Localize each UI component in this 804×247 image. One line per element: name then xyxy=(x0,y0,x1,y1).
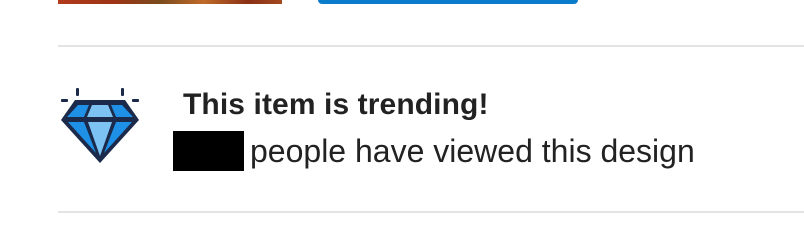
views-line: people have viewed this design xyxy=(173,131,695,171)
divider-bottom xyxy=(58,211,804,213)
action-button[interactable] xyxy=(318,0,578,4)
product-image-strip[interactable] xyxy=(58,0,282,4)
trending-title: This item is trending! xyxy=(183,88,489,121)
redacted-view-count xyxy=(173,131,244,171)
diamond-icon xyxy=(61,88,139,163)
divider-top xyxy=(58,45,804,47)
trending-section: This item is trending! people have viewe… xyxy=(0,0,804,247)
views-text: people have viewed this design xyxy=(250,132,695,169)
